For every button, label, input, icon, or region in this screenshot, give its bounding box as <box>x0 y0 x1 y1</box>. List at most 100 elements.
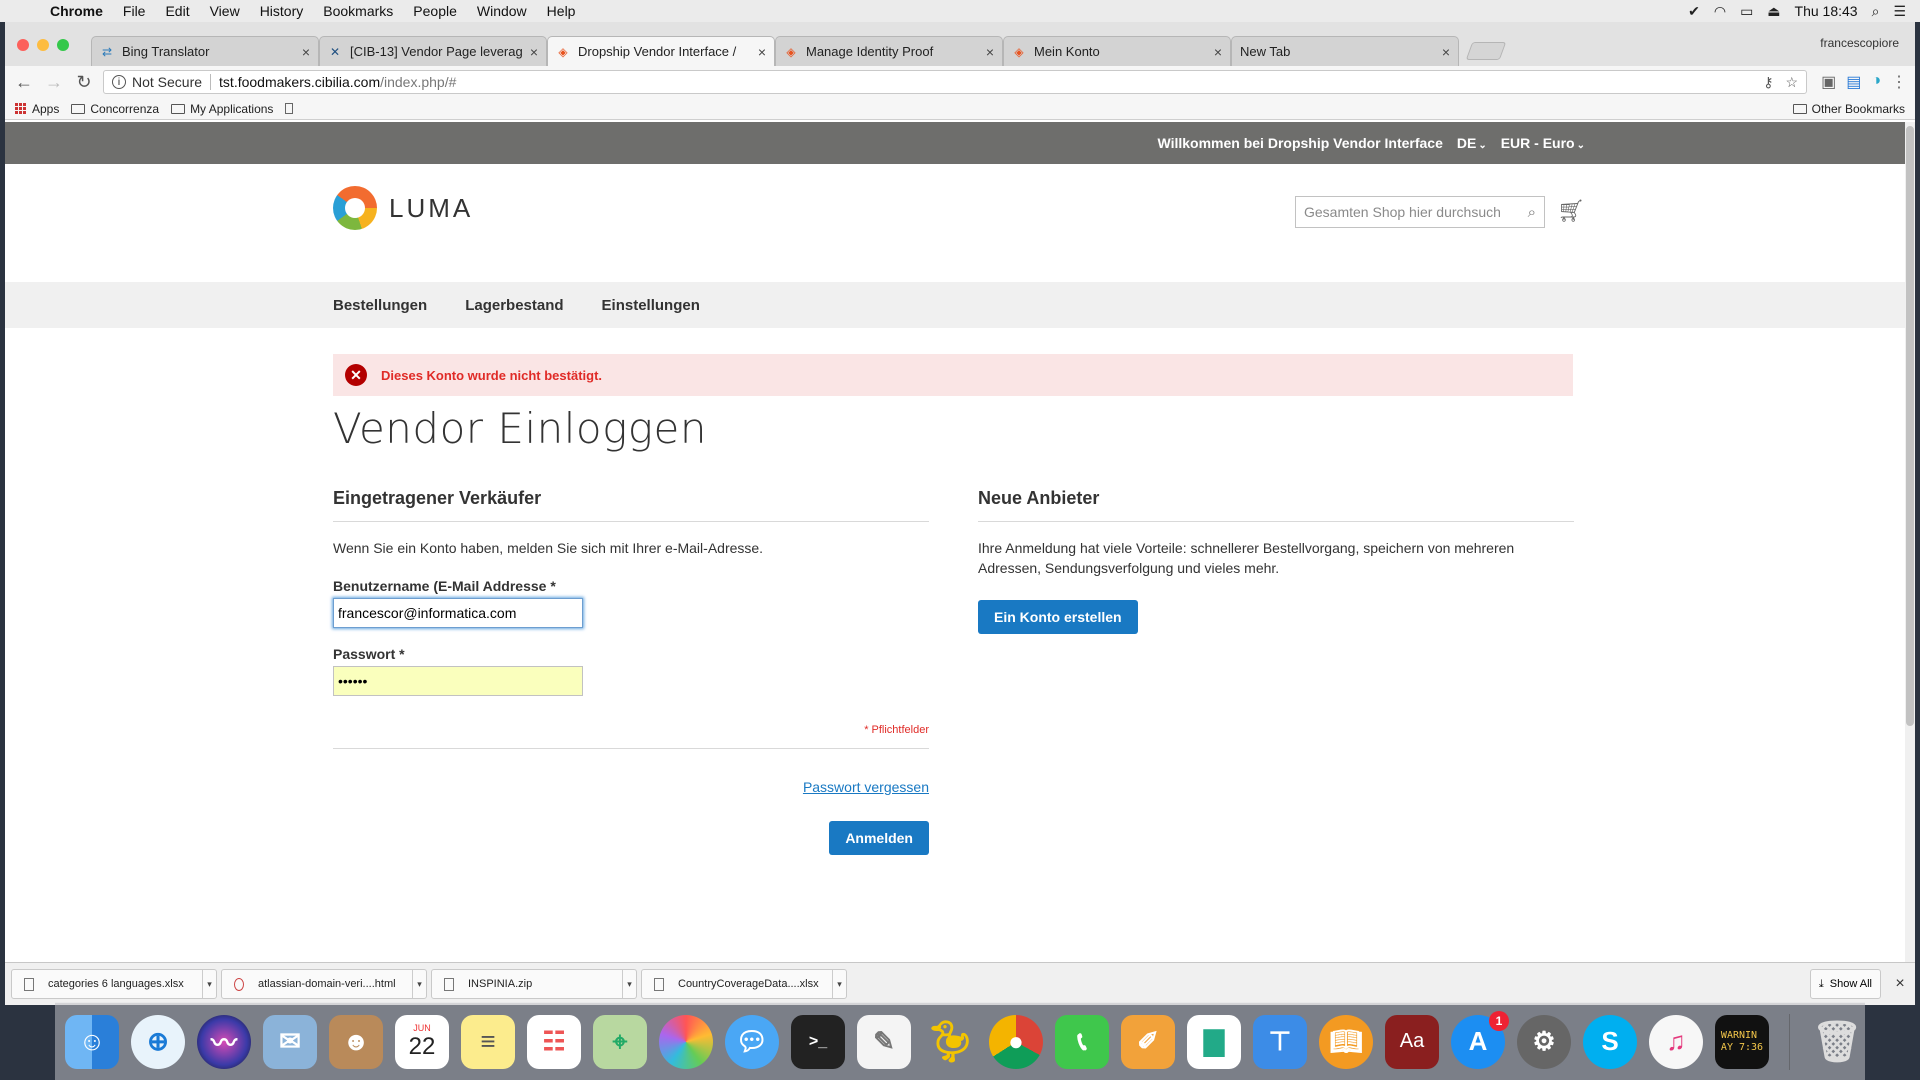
zoom-window-button[interactable] <box>57 39 69 51</box>
forgot-password-link[interactable]: Passwort vergessen <box>333 779 929 795</box>
console-icon[interactable]: WARNIN AY 7:36 <box>1715 1014 1769 1069</box>
language-switcher[interactable]: DE ⌄ <box>1457 135 1487 151</box>
new-tab-button[interactable] <box>1465 42 1507 60</box>
download-item[interactable]: atlassian-domain-veri....html ▾ <box>221 969 427 999</box>
terminal-icon[interactable]: >_ <box>791 1014 845 1069</box>
menu-view[interactable]: View <box>200 3 250 19</box>
download-item[interactable]: INSPINIA.zip ▾ <box>431 969 637 999</box>
tab-mein-konto[interactable]: ◈ Mein Konto × <box>1003 36 1231 66</box>
chevron-down-icon[interactable]: ▾ <box>202 970 216 998</box>
trash-icon[interactable]: 🗑︎ <box>1810 1015 1864 1069</box>
menu-bookmarks[interactable]: Bookmarks <box>313 3 403 19</box>
back-icon[interactable]: ← <box>13 72 35 93</box>
reload-icon[interactable]: ↻ <box>73 72 95 93</box>
close-tab-icon[interactable]: × <box>530 44 538 60</box>
security-label[interactable]: Not Secure <box>132 74 202 90</box>
clock[interactable]: Thu 18:43 <box>1795 3 1858 19</box>
finder-icon[interactable]: ☺ <box>65 1014 119 1069</box>
bookmark-concorrenza[interactable]: Concorrenza <box>71 102 159 116</box>
nav-bestellungen[interactable]: Bestellungen <box>333 297 427 314</box>
cart-icon[interactable]: 🛒︎ <box>1557 198 1585 224</box>
extension-icon[interactable]: ▣ <box>1821 72 1836 92</box>
chevron-down-icon[interactable]: ▾ <box>622 970 636 998</box>
nav-einstellungen[interactable]: Einstellungen <box>602 297 700 314</box>
minimize-window-button[interactable] <box>37 39 49 51</box>
cyberduck-icon[interactable]: 🦆︎ <box>923 1015 977 1069</box>
tab-manage-identity-proof[interactable]: ◈ Manage Identity Proof × <box>775 36 1003 66</box>
password-field[interactable]: •••••• <box>333 666 583 696</box>
bookmark-apps[interactable]: Apps <box>15 102 59 116</box>
extension-icon[interactable]: ◑ <box>1871 72 1881 92</box>
notes-icon[interactable]: ≡ <box>461 1014 515 1069</box>
bookmark-my-applications[interactable]: My Applications <box>171 102 273 116</box>
address-bar[interactable]: i Not Secure tst.foodmakers.cibilia.com … <box>103 70 1808 94</box>
luma-logo[interactable]: LUMA <box>333 186 473 230</box>
dictionary-icon[interactable]: Aa <box>1385 1014 1439 1069</box>
checkmark-status-icon[interactable]: ✔ <box>1688 3 1700 20</box>
system-preferences-icon[interactable]: ⚙ <box>1517 1014 1571 1069</box>
photos-icon[interactable] <box>659 1014 713 1069</box>
eject-icon[interactable]: ⏏ <box>1767 3 1780 20</box>
spotlight-search-icon[interactable]: ⌕ <box>1872 3 1880 20</box>
chrome-icon[interactable]: ● <box>989 1014 1043 1069</box>
menu-file[interactable]: File <box>113 3 156 19</box>
info-icon[interactable]: i <box>112 75 126 89</box>
page-scrollbar[interactable] <box>1905 122 1915 982</box>
safari-icon[interactable]: ⊕ <box>131 1014 185 1069</box>
mail-icon[interactable]: ✉ <box>263 1014 317 1069</box>
menu-help[interactable]: Help <box>537 3 586 19</box>
pages-icon[interactable]: ✐ <box>1121 1014 1175 1069</box>
close-downloads-icon[interactable]: × <box>1885 975 1915 993</box>
menu-app-name[interactable]: Chrome <box>40 3 113 19</box>
airplay-icon[interactable]: ▭ <box>1740 3 1753 20</box>
facetime-icon[interactable]: 📞︎ <box>1055 1014 1109 1069</box>
notification-center-icon[interactable]: ☰ <box>1893 3 1906 20</box>
close-tab-icon[interactable]: × <box>302 44 310 60</box>
close-tab-icon[interactable]: × <box>986 44 994 60</box>
tab-bing-translator[interactable]: ⇄ Bing Translator × <box>91 36 319 66</box>
currency-switcher[interactable]: EUR - Euro ⌄ <box>1501 135 1585 151</box>
extension-icon[interactable]: ▤ <box>1846 72 1861 92</box>
username-field[interactable]: francescor@informatica.com <box>333 598 583 628</box>
skype-icon[interactable]: S <box>1583 1014 1637 1069</box>
chrome-menu-icon[interactable]: ⋮ <box>1891 72 1907 92</box>
create-account-button[interactable]: Ein Konto erstellen <box>978 600 1138 634</box>
wifi-icon[interactable]: ◠ <box>1714 3 1726 20</box>
search-input[interactable]: Gesamten Shop hier durchsuch ⌕ <box>1295 196 1545 228</box>
menu-window[interactable]: Window <box>467 3 537 19</box>
tab-new-tab[interactable]: New Tab × <box>1231 36 1459 66</box>
forward-icon[interactable]: → <box>43 72 65 93</box>
messages-icon[interactable]: 💬︎ <box>725 1014 779 1069</box>
contacts-icon[interactable]: ☻ <box>329 1014 383 1069</box>
close-tab-icon[interactable]: × <box>758 44 766 60</box>
key-icon[interactable]: ⚷ <box>1763 74 1773 91</box>
ibooks-icon[interactable]: 📖︎ <box>1319 1014 1373 1069</box>
show-all-button[interactable]: ⤓ Show All <box>1809 969 1881 999</box>
download-item[interactable]: CountryCoverageData....xlsx ▾ <box>641 969 847 999</box>
nav-lagerbestand[interactable]: Lagerbestand <box>465 297 563 314</box>
calendar-icon[interactable]: JUN 22 <box>395 1014 449 1069</box>
bookmark-page[interactable] <box>285 103 294 114</box>
reminders-icon[interactable]: ☷ <box>527 1014 581 1069</box>
tab-jira-cib-13[interactable]: ✕ [CIB-13] Vendor Page leverag × <box>319 36 547 66</box>
keynote-icon[interactable]: ⊤ <box>1253 1014 1307 1069</box>
app-store-icon[interactable]: A1 <box>1451 1010 1509 1069</box>
download-item[interactable]: categories 6 languages.xlsx ▾ <box>11 969 217 999</box>
menu-edit[interactable]: Edit <box>155 3 199 19</box>
itunes-icon[interactable]: ♫ <box>1649 1014 1703 1069</box>
scrollbar-thumb[interactable] <box>1906 126 1914 726</box>
close-window-button[interactable] <box>17 39 29 51</box>
textedit-icon[interactable]: ✎ <box>857 1014 911 1069</box>
close-tab-icon[interactable]: × <box>1214 44 1222 60</box>
profile-name[interactable]: francescopiore <box>1820 36 1899 50</box>
menu-history[interactable]: History <box>250 3 314 19</box>
close-tab-icon[interactable]: × <box>1442 44 1450 60</box>
chevron-down-icon[interactable]: ▾ <box>412 970 426 998</box>
siri-icon[interactable]: 〰 <box>197 1014 251 1069</box>
menu-people[interactable]: People <box>403 3 467 19</box>
numbers-icon[interactable]: ▇ <box>1187 1014 1241 1069</box>
chevron-down-icon[interactable]: ▾ <box>832 970 846 998</box>
login-button[interactable]: Anmelden <box>829 821 929 855</box>
bookmark-star-icon[interactable]: ☆ <box>1786 74 1799 91</box>
other-bookmarks[interactable]: Other Bookmarks <box>1792 102 1905 116</box>
